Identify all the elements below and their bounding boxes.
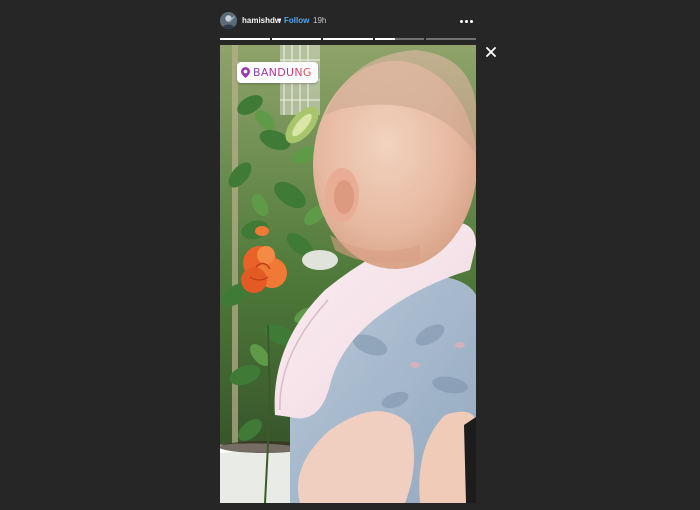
avatar-image — [220, 12, 237, 29]
timestamp: 19h — [313, 16, 327, 25]
location-sticker[interactable]: BANDUNG — [237, 62, 318, 83]
more-horizontal-icon — [459, 19, 463, 23]
username[interactable]: hamishdw — [242, 16, 281, 25]
story-progress-segment — [220, 38, 270, 40]
separator-dot: • — [278, 15, 282, 25]
story-progress-fill — [271, 38, 322, 40]
follow-button[interactable]: Follow — [284, 16, 309, 25]
close-icon — [486, 47, 496, 57]
avatar[interactable] — [220, 12, 237, 29]
story-progress-segment — [374, 38, 425, 40]
more-horizontal-icon-dot — [464, 19, 468, 23]
location-pin-icon — [241, 67, 250, 78]
story-progress-segment — [271, 38, 322, 40]
story-progress-segment — [426, 38, 476, 40]
story-viewer: hamishdw • Follow 19h BANDUNG — [0, 0, 700, 510]
more-options-button[interactable] — [456, 14, 476, 28]
story-progress-fill — [323, 38, 373, 40]
close-button[interactable] — [484, 45, 498, 59]
story-progress-fill — [374, 38, 395, 40]
story-progress-segment — [323, 38, 373, 40]
story-header: hamishdw • Follow 19h — [220, 10, 476, 32]
location-label: BANDUNG — [253, 66, 312, 79]
more-horizontal-icon-dot — [469, 19, 473, 23]
story-media[interactable]: BANDUNG — [220, 45, 476, 503]
story-progress-fill — [220, 38, 270, 40]
story-photo — [220, 45, 476, 503]
story-progress-bars — [220, 38, 476, 40]
